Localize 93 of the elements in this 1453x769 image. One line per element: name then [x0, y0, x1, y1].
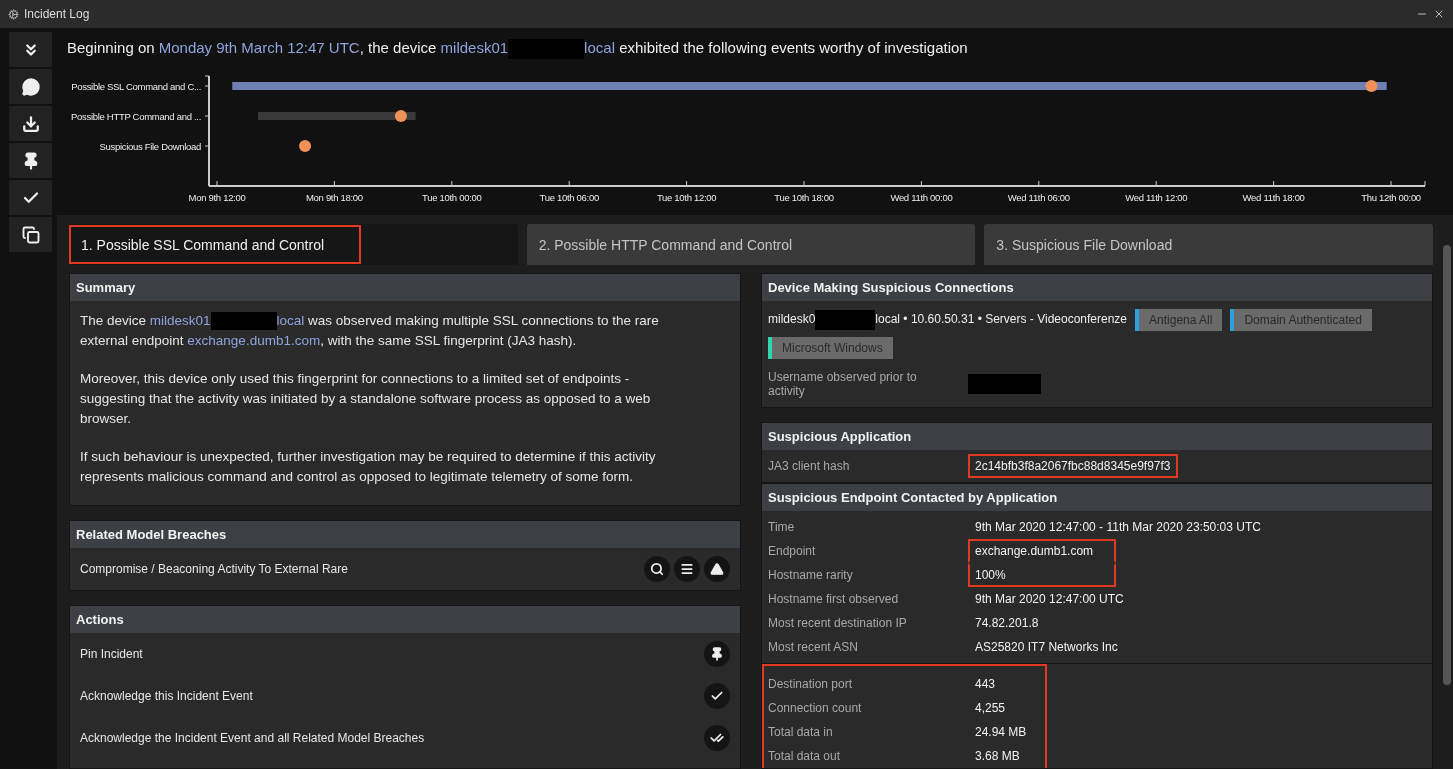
device-link[interactable]: Monday 9th March 12:47 UTC: [158, 39, 360, 56]
field-label: Time: [768, 519, 796, 536]
window-title: Incident Log: [24, 7, 91, 21]
redaction-bar: [815, 310, 876, 330]
field-value: exchange.dumb1.com: [968, 539, 1116, 563]
tick-label: Wed 11th 00:00: [890, 192, 953, 203]
field-value: 100%: [968, 563, 1116, 587]
field-value: 74.82.201.8: [974, 615, 1040, 632]
tab[interactable]: 2. Possible HTTP Command and Control: [526, 224, 976, 265]
action-label: Pin Incident: [80, 647, 143, 661]
field-value: 9th Mar 2020 12:47:00 - 11th Mar 2020 23:50:03 UTC: [974, 519, 1262, 536]
field-label: Connection count: [768, 700, 863, 717]
field-value: 4,255: [974, 700, 1007, 717]
device-link[interactable]: local: [276, 313, 305, 328]
tick-label: Wed 11th 18:00: [1242, 192, 1305, 203]
copy-icon: [21, 225, 40, 244]
breach-name: Compromise / Beaconing Activity To External Rare: [80, 562, 348, 576]
panel-title: Related Model Breaches: [70, 521, 740, 548]
device-summary: mildesk0 local • 10.60.50.31 • Servers - Videoconferenze: [768, 310, 1128, 330]
field-label: Most recent destination IP: [768, 615, 908, 632]
tick-label: Tue 10th 06:00: [539, 192, 599, 203]
field-value: 443: [974, 676, 997, 693]
icon-button[interactable]: [704, 725, 730, 751]
row-label: Possible SSL Command and C...: [71, 81, 201, 92]
event-marker: [1365, 80, 1378, 92]
tick-label: Tue 10th 00:00: [422, 192, 482, 203]
summary-paragraph: Moreover, this device only used this fingerprint for connections to a limited set of endpoints - suggesting that the activity was initiated by a standalone software process as opposed to a web browser.: [80, 370, 652, 428]
action-label: Acknowledge this Incident Event: [80, 689, 253, 703]
event-marker: [394, 110, 407, 122]
field-value: 3.68 MB: [974, 748, 1021, 765]
summary-paragraph: The device mildesk01 local was observed making multiple SSL connections to the rare external endpoint exchange.dumb1.com, with the same SSL fingerprint (JA3 hash).: [80, 311, 660, 350]
icon-button[interactable]: [704, 641, 730, 667]
field-label: Total data in: [768, 724, 834, 741]
checkmark-icon: [710, 689, 724, 703]
sidebar-button[interactable]: [9, 32, 52, 67]
device-link[interactable]: local: [584, 39, 615, 56]
field-label: Destination port: [768, 676, 854, 693]
summary-paragraph: If such behaviour is unexpected, further investigation may be required to determine if this activity represents malicious command and control as opposed to legitimate telemetry of some form.: [80, 448, 657, 486]
device-link[interactable]: mildesk01: [149, 313, 211, 328]
device-tag: Antigena All: [1135, 309, 1223, 331]
tab[interactable]: 1. Possible SSL Command and Control: [69, 224, 518, 265]
field-value: 2c14bfb3f8a2067fbc88d8345e9f97f3: [968, 454, 1178, 478]
field-label: Most recent ASN: [768, 639, 860, 656]
sidebar-button[interactable]: [9, 69, 52, 104]
field-value: 9th Mar 2020 12:47:00 UTC: [974, 591, 1125, 608]
comment-icon: [21, 77, 40, 96]
icon-button[interactable]: [644, 556, 670, 582]
download-icon: [21, 114, 40, 133]
panel-title: Actions: [70, 606, 740, 633]
field-label: Hostname rarity: [768, 567, 854, 584]
device-link[interactable]: mildesk01: [440, 39, 509, 56]
panel-title: Suspicious Application: [762, 423, 1432, 450]
icon-button[interactable]: [704, 683, 730, 709]
field-label: JA3 client hash: [768, 458, 851, 475]
double-checkmark-icon: [710, 731, 724, 745]
row-label: Possible HTTP Command and ...: [71, 111, 201, 122]
tick-label: Mon 9th 18:00: [306, 192, 363, 203]
tick-label: Tue 10th 12:00: [656, 192, 717, 203]
action-label: Acknowledge the Incident Event and all Related Model Breaches: [80, 731, 425, 745]
headline: Beginning on Monday 9th March 12:47 UTC, the device mildesk01 local exhibited the following events worthy of investigation: [57, 28, 1453, 68]
tick-label: Mon 9th 12:00: [188, 192, 246, 203]
search-icon: [650, 562, 664, 576]
sidebar-button[interactable]: [9, 217, 52, 252]
pin-icon: [710, 647, 724, 661]
scrollbar-thumb[interactable]: [1443, 245, 1451, 685]
close-icon[interactable]: [1433, 8, 1445, 20]
event-marker: [299, 140, 312, 152]
device-tag: Domain Authenticated: [1230, 309, 1372, 331]
tick-label: Thu 12th 00:00: [1361, 192, 1421, 203]
field-label: Total data out: [768, 748, 842, 765]
field-value: AS25820 IT7 Networks Inc: [974, 639, 1119, 656]
field-label: Username observed prior to activity: [768, 369, 918, 400]
tick-label: Wed 11th 06:00: [1007, 192, 1070, 203]
sidebar-button[interactable]: [9, 106, 52, 141]
panel-title: Summary: [70, 274, 740, 301]
sidebar-button[interactable]: [9, 143, 52, 178]
list-icon: [680, 562, 694, 576]
panel-title: Device Making Suspicious Connections: [762, 274, 1432, 301]
field-label: Endpoint: [768, 543, 817, 560]
tick-label: Wed 11th 12:00: [1125, 192, 1188, 203]
panel-title: Suspicious Endpoint Contacted by Application: [762, 484, 1432, 511]
gear-icon: [8, 8, 19, 20]
device-tag: Microsoft Windows: [768, 337, 893, 359]
redaction-bar: [210, 312, 277, 331]
warning-icon: [710, 562, 724, 576]
tick-label: Tue 10th 18:00: [774, 192, 834, 203]
field-value: 24.94 MB: [974, 724, 1028, 741]
sidebar-button[interactable]: [9, 180, 52, 215]
row-label: Suspicious File Download: [99, 141, 201, 152]
field-label: Hostname first observed: [768, 591, 900, 608]
tab[interactable]: 3. Suspicious File Download: [984, 224, 1433, 265]
icon-button[interactable]: [674, 556, 700, 582]
icon-button[interactable]: [704, 556, 730, 582]
